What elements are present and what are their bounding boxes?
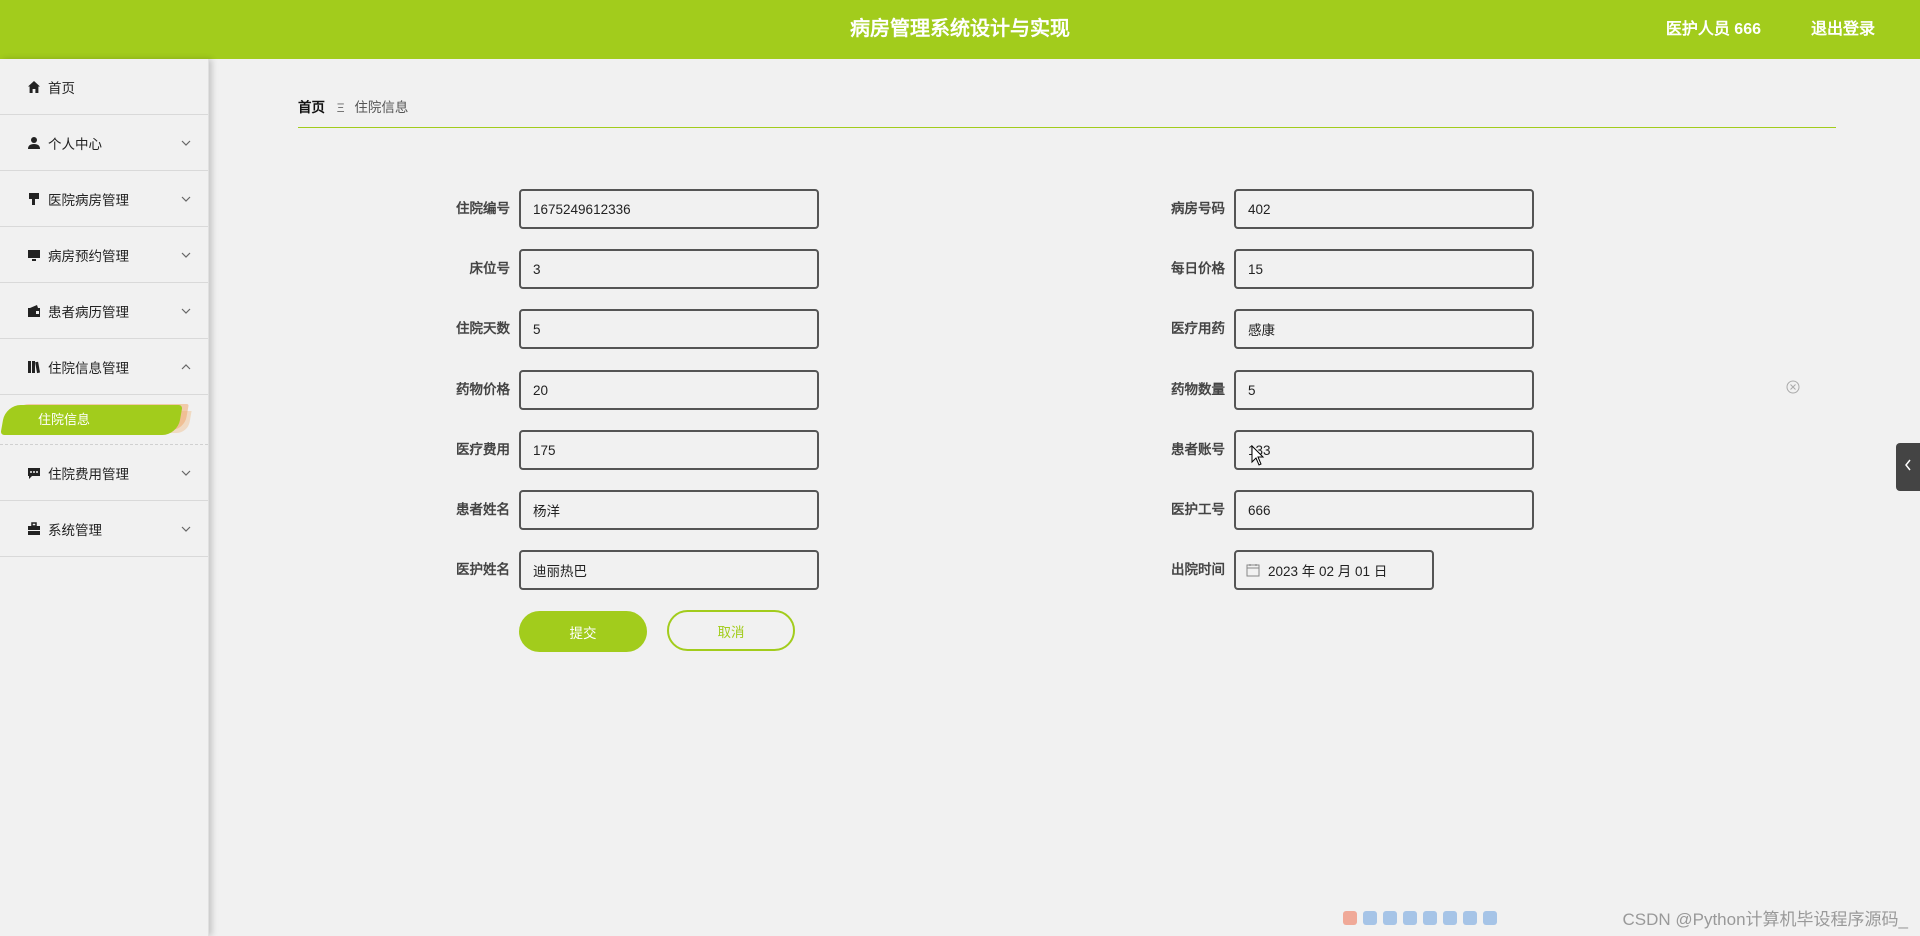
sidebar-item-label: 住院费用管理	[48, 466, 129, 482]
user-icon	[26, 135, 42, 151]
inpatient-submenu: 住院信息	[0, 395, 208, 445]
toolbar-icon	[1403, 911, 1417, 925]
sidebar-menu: 首页 个人中心 医院病房管理 病房预约管理 患者病历管理 住院信息管理 住院信息…	[0, 59, 209, 936]
chevron-down-icon	[180, 523, 192, 535]
breadcrumb-home[interactable]: 首页	[298, 100, 325, 115]
home-icon	[26, 79, 42, 95]
submit-button[interactable]: 提交	[519, 611, 647, 652]
sidebar-item-label: 首页	[48, 80, 75, 96]
toolbar-icon	[1483, 911, 1497, 925]
daily-price-label: 每日价格	[1171, 261, 1225, 276]
chat-icon	[26, 465, 42, 481]
toolbar-icon	[1343, 911, 1357, 925]
patient-name-input[interactable]	[519, 490, 819, 530]
chevron-down-icon	[180, 305, 192, 317]
sidebar-item-label: 住院信息管理	[48, 360, 129, 376]
mouse-cursor-icon	[1251, 444, 1265, 467]
patient-account-input[interactable]	[1234, 430, 1534, 470]
clear-circle-icon[interactable]	[1786, 380, 1800, 394]
bed-icon	[26, 191, 42, 207]
bed-number-label: 床位号	[469, 261, 511, 276]
nurse-id-input[interactable]	[1234, 490, 1534, 530]
drug-price-input[interactable]	[519, 370, 819, 410]
medication-label: 医疗用药	[1171, 321, 1225, 336]
drug-price-label: 药物价格	[456, 382, 510, 397]
discharge-date-picker[interactable]: 2023 年 02 月 01 日	[1234, 550, 1434, 590]
chevron-down-icon	[180, 193, 192, 205]
calendar-icon	[1246, 563, 1260, 577]
drug-quantity-label: 药物数量	[1171, 382, 1225, 397]
current-user-label: 医护人员 666	[1665, 21, 1761, 38]
chevron-down-icon	[180, 249, 192, 261]
stay-days-label: 住院天数	[456, 321, 510, 336]
logout-link[interactable]: 退出登录	[1811, 0, 1875, 59]
sidebar-item-system-management[interactable]: 系统管理	[0, 501, 208, 557]
admission-number-input[interactable]	[519, 189, 819, 229]
toolbar-icon	[1363, 911, 1377, 925]
books-icon	[26, 359, 42, 375]
sidebar-item-label: 个人中心	[48, 136, 102, 152]
stay-days-input[interactable]	[519, 309, 819, 349]
discharge-date-label: 出院时间	[1171, 562, 1225, 577]
toolbar-icon	[1463, 911, 1477, 925]
watermark-text: CSDN @Python计算机毕设程序源码_	[1622, 910, 1908, 929]
sidebar-item-label: 系统管理	[48, 522, 102, 538]
medical-fee-input[interactable]	[519, 430, 819, 470]
app-title: 病房管理系统设计与实现	[850, 18, 1070, 40]
toolbar-icon	[1443, 911, 1457, 925]
toolbar-icon	[1423, 911, 1437, 925]
medical-fee-label: 医疗费用	[456, 442, 510, 457]
patient-name-label: 患者姓名	[456, 502, 510, 517]
ward-number-label: 病房号码	[1171, 201, 1225, 216]
chevron-up-icon	[180, 361, 192, 373]
patient-account-label: 患者账号	[1171, 442, 1225, 457]
sidebar-item-personal-center[interactable]: 个人中心	[0, 115, 208, 171]
sidebar-item-inpatient-fee-management[interactable]: 住院费用管理	[0, 445, 208, 501]
breadcrumb-separator: Ξ	[336, 101, 345, 115]
nurse-name-input[interactable]	[519, 550, 819, 590]
toolbar-icon	[1383, 911, 1397, 925]
ward-number-input[interactable]	[1234, 189, 1534, 229]
sidebar-item-label: 患者病历管理	[48, 304, 129, 320]
chevron-down-icon	[180, 467, 192, 479]
top-header-bar: 病房管理系统设计与实现 医护人员 666 退出登录	[0, 0, 1920, 59]
sidebar-subitem-inpatient-info[interactable]	[0, 405, 183, 435]
breadcrumb: 首页 Ξ 住院信息	[298, 96, 1836, 128]
sidebar-item-medical-record-management[interactable]: 患者病历管理	[0, 283, 208, 339]
nurse-name-label: 医护姓名	[456, 562, 510, 577]
chevron-left-icon	[1904, 458, 1912, 476]
drug-quantity-input[interactable]	[1234, 370, 1534, 410]
sidebar-item-reservation-management[interactable]: 病房预约管理	[0, 227, 208, 283]
sidebar-item-home[interactable]: 首页	[0, 59, 208, 115]
sidebar-item-label: 医院病房管理	[48, 192, 129, 208]
sidebar-item-label: 病房预约管理	[48, 248, 129, 264]
bed-number-input[interactable]	[519, 249, 819, 289]
daily-price-input[interactable]	[1234, 249, 1534, 289]
wallet-icon	[26, 303, 42, 319]
cancel-button[interactable]: 取消	[667, 610, 795, 651]
monitor-icon	[26, 247, 42, 263]
briefcase-icon	[26, 521, 42, 537]
discharge-date-value: 2023 年 02 月 01 日	[1268, 564, 1388, 579]
breadcrumb-current: 住院信息	[354, 100, 409, 115]
medication-input[interactable]	[1234, 309, 1534, 349]
sidebar-item-ward-management[interactable]: 医院病房管理	[0, 171, 208, 227]
floating-toolbar	[1343, 908, 1497, 928]
sidebar-item-inpatient-management[interactable]: 住院信息管理	[0, 339, 208, 395]
panel-toggle-button[interactable]	[1896, 443, 1920, 491]
admission-number-label: 住院编号	[456, 201, 510, 216]
nurse-id-label: 医护工号	[1171, 502, 1225, 517]
chevron-down-icon	[180, 137, 192, 149]
